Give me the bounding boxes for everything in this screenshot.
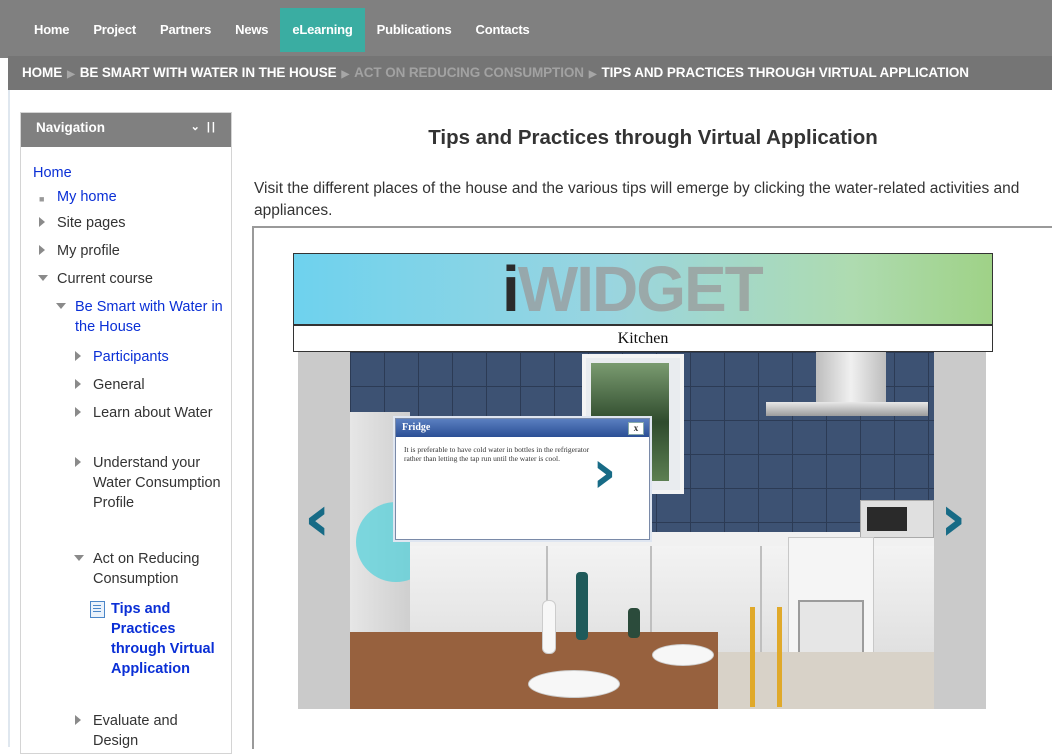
nav-learn-about-water-label: Learn about Water [93,405,213,421]
nav-act-on-reducing-label: Act on Reducing Consumption [93,551,200,587]
breadcrumb-separator-icon: ▶ [341,69,350,80]
range-hood-base [766,402,928,416]
navigation-title: Navigation [36,120,106,135]
breadcrumb: HOME ▶ BE SMART WITH WATER IN THE HOUSE ▶ AC… [22,65,1032,82]
chevron-right-icon[interactable]: › [940,482,966,556]
chair [750,607,782,707]
topnav-publications[interactable]: Publications [365,8,464,52]
block-controls-icon[interactable]: ⌄ || [191,120,217,133]
left-nav-panel: ‹ [298,352,350,709]
plate [652,644,714,666]
nav-course[interactable]: Be Smart with Water in the House [75,297,225,337]
topnav-elearning[interactable]: eLearning [280,8,365,52]
iwidget-banner: iWIDGET [293,253,993,325]
nav-home-label: Home [33,165,72,181]
page-document-icon [90,601,105,618]
navigation-header: Navigation ⌄ || [21,113,231,147]
breadcrumb-separator-icon: ▶ [67,69,75,80]
expand-arrow-icon[interactable] [75,351,81,361]
topnav-news[interactable]: News [223,8,280,52]
expand-arrow-icon[interactable] [39,245,45,255]
topnav-home[interactable]: Home [22,8,81,52]
glass [628,608,640,638]
breadcrumb-home[interactable]: HOME [22,65,62,80]
close-icon[interactable]: x [628,422,644,435]
page-title: Tips and Practices through Virtual Appli… [428,126,878,149]
collapse-arrow-icon[interactable] [38,275,48,281]
nav-evaluate[interactable]: Evaluate and Design [93,711,213,751]
plate [528,670,620,698]
iwidget-logo: iWIDGET [502,253,764,325]
nav-evaluate-label: Evaluate and Design [93,713,178,749]
top-navigation-bar: Home Project Partners News eLearning Pub… [0,0,1052,58]
expand-arrow-icon[interactable] [39,217,45,227]
nav-general[interactable]: General [93,375,145,395]
popup-next-chevron-icon[interactable]: › [592,437,617,507]
nav-my-home[interactable]: My home [57,187,117,207]
topnav-partners[interactable]: Partners [148,8,223,52]
expand-arrow-icon[interactable] [75,407,81,417]
popup-title: Fridge [402,422,431,433]
nav-act-on-reducing[interactable]: Act on Reducing Consumption [93,549,223,589]
nav-participants-label: Participants [93,349,169,365]
bullet-icon: ■ [39,194,45,204]
collapse-arrow-icon[interactable] [74,555,84,561]
navigation-block: Navigation ⌄ || Home ■ My home Site page… [20,112,232,754]
breadcrumb-current: TIPS AND PRACTICES THROUGH VIRTUAL APPLI… [601,65,970,80]
nav-site-pages[interactable]: Site pages [57,213,126,233]
nav-my-profile-label: My profile [57,243,120,259]
nav-home[interactable]: Home [33,163,72,183]
nav-learn-about-water[interactable]: Learn about Water [93,403,213,423]
popup-message: It is preferable to have cold water in b… [404,445,590,463]
room-label: Kitchen [293,325,993,352]
breadcrumb-bar: HOME ▶ BE SMART WITH WATER IN THE HOUSE ▶ AC… [8,56,1052,90]
nav-general-label: General [93,377,145,393]
intro-text: Visit the different places of the house … [254,180,1020,219]
nav-site-pages-label: Site pages [57,215,126,231]
tip-popup: Fridge x It is preferable to have cold w… [395,418,650,540]
nav-course-label: Be Smart with Water in the House [75,299,223,335]
vase [542,600,556,654]
right-nav-panel: › [934,352,986,709]
topnav-contacts[interactable]: Contacts [464,8,542,52]
popup-title-bar: Fridge x [396,419,649,437]
nav-tips-and-practices-label: Tips and Practices through Virtual Appli… [111,601,215,677]
breadcrumb-section[interactable]: ACT ON REDUCING CONSUMPTION [354,65,584,80]
nav-current-course-label: Current course [57,271,153,287]
nav-participants[interactable]: Participants [93,347,169,367]
topnav-project[interactable]: Project [81,8,148,52]
nav-understand[interactable]: Understand your Water Consumption Profil… [93,453,225,513]
expand-arrow-icon[interactable] [75,715,81,725]
nav-my-profile[interactable]: My profile [57,241,120,261]
nav-understand-label: Understand your Water Consumption Profil… [93,455,221,511]
collapse-arrow-icon[interactable] [56,303,66,309]
nav-current-course[interactable]: Current course [57,269,153,289]
expand-arrow-icon[interactable] [75,379,81,389]
breadcrumb-course[interactable]: BE SMART WITH WATER IN THE HOUSE [80,65,337,80]
dining-table [350,632,718,709]
breadcrumb-separator-icon: ▶ [588,69,597,80]
page-left-border [8,90,10,747]
top-nav-items: Home Project Partners News eLearning Pub… [22,8,542,58]
microwave[interactable] [860,500,934,538]
nav-tips-and-practices[interactable]: Tips and Practices through Virtual Appli… [111,599,221,679]
nav-my-home-label: My home [57,189,117,205]
chevron-left-icon[interactable]: ‹ [304,482,330,556]
expand-arrow-icon[interactable] [75,457,81,467]
water-bottle[interactable] [576,572,588,640]
